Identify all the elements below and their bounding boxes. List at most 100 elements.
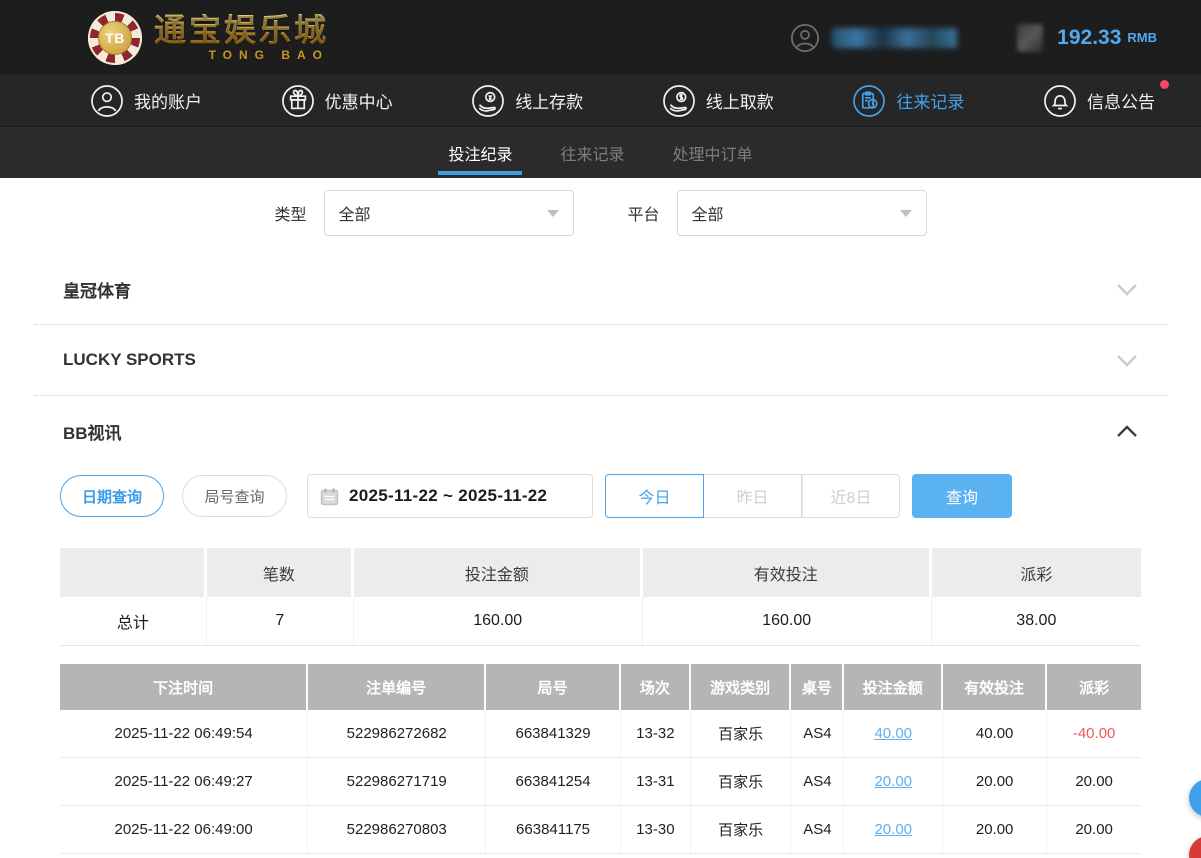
summary-total-count: 7 (207, 597, 354, 645)
content: 类型 全部 平台 全部 皇冠体育 (0, 190, 1201, 854)
today-button[interactable]: 今日 (605, 474, 704, 518)
last8days-button[interactable]: 近8日 (802, 474, 900, 518)
logo-subtitle: TONG BAO (209, 49, 329, 61)
summary-table: 笔数 投注金额 有效投注 派彩 总计 7 160.00 160.00 38.00 (60, 548, 1141, 646)
nav-item-promotions[interactable]: 优惠中心 (281, 84, 393, 118)
avatar-icon (790, 23, 820, 53)
logo-text: 通宝娱乐城 TONG BAO (154, 14, 329, 61)
section-lucky-sports[interactable]: LUCKY SPORTS (60, 325, 1141, 395)
date-range-value: 2025-11-22 ~ 2025-11-22 (349, 486, 547, 506)
chevron-down-icon (1116, 283, 1138, 296)
cell-round: 663841254 (486, 758, 621, 805)
bell-icon (1043, 84, 1077, 118)
chevron-down-icon (547, 210, 559, 217)
cell-payout: -40.00 (1047, 710, 1141, 757)
cell-round: 663841175 (486, 806, 621, 853)
cell-table-number: AS4 (791, 758, 844, 805)
bet-table-body: 2025-11-22 06:49:54522986272682663841329… (60, 710, 1141, 854)
chevron-up-icon (1116, 425, 1138, 438)
poker-chip-icon: TB (88, 11, 142, 65)
nav-item-my-account[interactable]: 我的账户 (90, 84, 202, 118)
bet-table: 下注时间 注单编号 局号 场次 游戏类别 桌号 投注金额 有效投注 派彩 202… (60, 664, 1141, 854)
platform-select[interactable]: 全部 (677, 190, 927, 236)
nav-label: 信息公告 (1087, 88, 1155, 113)
search-button[interactable]: 查询 (912, 474, 1012, 518)
type-filter-group: 类型 全部 (274, 190, 573, 236)
cell-game-type: 百家乐 (691, 758, 791, 805)
nav-item-online-deposit[interactable]: 线上存款 (471, 84, 583, 118)
summary-total-row: 总计 7 160.00 160.00 38.00 (60, 597, 1141, 646)
calendar-icon (320, 487, 339, 506)
nav-label: 线上取款 (706, 88, 774, 113)
sections: 皇冠体育 LUCKY SPORTS BB视讯 (60, 254, 1141, 466)
section-crown-sports[interactable]: 皇冠体育 (60, 254, 1141, 324)
nav-label: 优惠中心 (325, 88, 393, 113)
cell-bet-id: 522986271719 (308, 758, 486, 805)
cell-bet-amount: 20.00 (844, 758, 943, 805)
page: TB 通宝娱乐城 TONG BAO 192.33 RMB 我的账户 (0, 0, 1201, 858)
header-round-number: 局号 (486, 664, 621, 710)
deposit-icon (471, 84, 505, 118)
header-valid-bet: 有效投注 (943, 664, 1047, 710)
top-header: TB 通宝娱乐城 TONG BAO 192.33 RMB (0, 0, 1201, 75)
platform-filter-group: 平台 全部 (628, 190, 927, 236)
cell-valid-bet: 40.00 (943, 710, 1047, 757)
section-title: BB视讯 (63, 419, 122, 444)
cell-table-number: AS4 (791, 710, 844, 757)
tab-pending-orders[interactable]: 处理中订单 (671, 127, 755, 178)
cell-session: 13-30 (621, 806, 691, 853)
date-shortcut-group: 今日 昨日 近8日 (605, 474, 900, 518)
date-query-button[interactable]: 日期查询 (60, 475, 164, 517)
header-bet-time: 下注时间 (60, 664, 308, 710)
chevron-down-icon (900, 210, 912, 217)
nav-item-online-withdrawal[interactable]: 线上取款 (662, 84, 774, 118)
header-table-number: 桌号 (791, 664, 844, 710)
section-title: LUCKY SPORTS (63, 350, 196, 370)
header-bet-id: 注单编号 (308, 664, 486, 710)
summary-header-empty (60, 548, 207, 597)
cell-bet-amount: 20.00 (844, 806, 943, 853)
nav-item-announcements[interactable]: 信息公告 (1043, 84, 1155, 118)
summary-total-payout: 38.00 (932, 597, 1141, 645)
balance-amount: 192.33 (1057, 26, 1121, 50)
logo-title: 通宝娱乐城 (154, 14, 329, 46)
user-area: 192.33 RMB (790, 23, 1157, 53)
type-filter-label: 类型 (274, 201, 306, 225)
type-select[interactable]: 全部 (324, 190, 574, 236)
bet-amount-link[interactable]: 20.00 (874, 821, 912, 838)
date-range-input[interactable]: 2025-11-22 ~ 2025-11-22 (307, 474, 593, 518)
subtab-bar: 投注纪录 往来记录 处理中订单 (0, 126, 1201, 178)
query-row: 日期查询 局号查询 2025-11-22 ~ 2025-11-22 今日 昨日 … (60, 474, 1141, 518)
type-select-value: 全部 (339, 201, 371, 225)
username-blurred[interactable] (832, 28, 957, 48)
header-payout: 派彩 (1047, 664, 1141, 710)
nav-item-transaction-records[interactable]: 往来记录 (852, 84, 964, 118)
cell-bet-amount: 40.00 (844, 710, 943, 757)
table-row: 2025-11-22 06:49:27522986271719663841254… (60, 758, 1141, 806)
summary-header-row: 笔数 投注金额 有效投注 派彩 (60, 548, 1141, 597)
bet-amount-link[interactable]: 40.00 (874, 725, 912, 742)
yesterday-button[interactable]: 昨日 (704, 474, 802, 518)
brand-logo[interactable]: TB 通宝娱乐城 TONG BAO (88, 11, 329, 65)
platform-select-value: 全部 (692, 201, 724, 225)
nav-label: 往来记录 (896, 88, 964, 113)
section-bb-video[interactable]: BB视讯 (60, 396, 1141, 466)
cell-session: 13-31 (621, 758, 691, 805)
summary-header-count: 笔数 (207, 548, 354, 597)
platform-filter-label: 平台 (628, 201, 660, 225)
table-row: 2025-11-22 06:49:54522986272682663841329… (60, 710, 1141, 758)
cell-payout: 20.00 (1047, 758, 1141, 805)
round-query-button[interactable]: 局号查询 (182, 475, 287, 517)
bet-amount-link[interactable]: 20.00 (874, 773, 912, 790)
tab-bet-records[interactable]: 投注纪录 (446, 127, 514, 178)
header-session: 场次 (621, 664, 691, 710)
tab-transaction-records[interactable]: 往来记录 (558, 127, 626, 178)
withdraw-icon (662, 84, 696, 118)
cell-valid-bet: 20.00 (943, 758, 1047, 805)
cell-bet-id: 522986272682 (308, 710, 486, 757)
cell-payout: 20.00 (1047, 806, 1141, 853)
section-title: 皇冠体育 (63, 277, 131, 302)
cell-bet-id: 522986270803 (308, 806, 486, 853)
wallet-icon[interactable] (1017, 24, 1043, 52)
summary-header-payout: 派彩 (932, 548, 1141, 597)
